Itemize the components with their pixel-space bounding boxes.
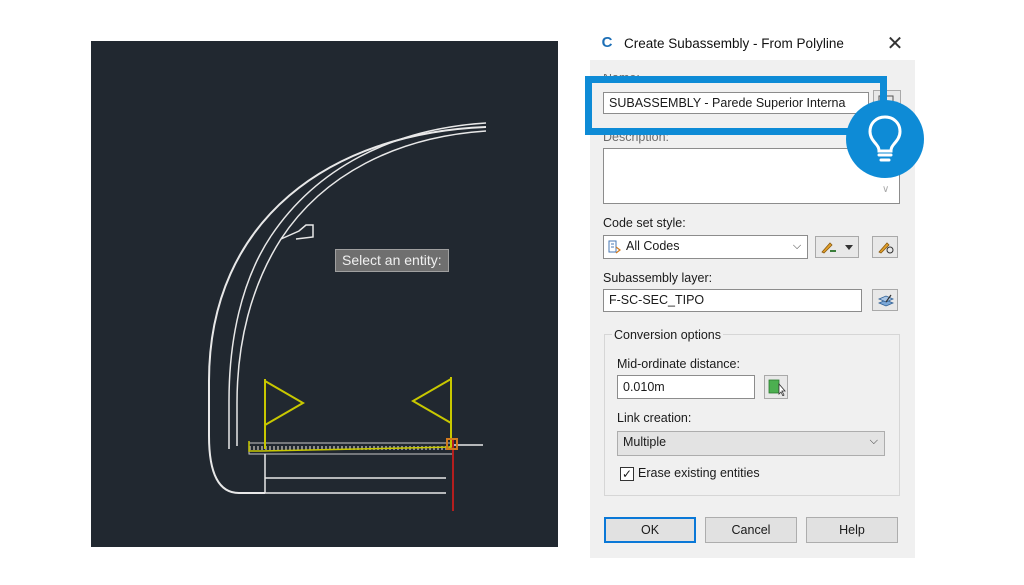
pick-distance-button[interactable] [764,375,788,399]
edit-code-set-button[interactable] [815,236,859,258]
midordinate-label: Mid-ordinate distance: [617,357,740,371]
dialog-titlebar[interactable]: C Create Subassembly - From Polyline ✕ [590,28,915,60]
layer-select-button[interactable] [872,289,898,311]
name-field-highlight [585,76,887,135]
layer-stack-icon [877,294,895,307]
cad-viewport[interactable]: Select an entity: [91,41,558,547]
link-creation-select[interactable]: Multiple ⌵ [617,431,885,456]
code-set-style-label: Code set style: [603,216,686,230]
dialog-title: Create Subassembly - From Polyline [624,36,844,51]
app-c-icon: C [601,34,613,51]
tunnel-inner-wall-line-1 [270,122,487,237]
midordinate-input[interactable]: 0.010m [617,375,755,399]
scroll-down-icon[interactable]: ∨ [882,184,889,195]
code-set-style-icon [608,240,621,254]
chevron-down-icon: ⌵ [869,435,878,447]
cancel-button[interactable]: Cancel [705,517,797,543]
code-set-style-select[interactable]: All Codes ⌵ [603,235,808,259]
pick-style-icon [878,242,894,254]
code-set-style-value: All Codes [626,239,680,253]
erase-entities-label: Erase existing entities [638,466,760,480]
pick-distance-icon [768,379,786,396]
link-creation-label: Link creation: [617,411,692,425]
command-prompt-tooltip: Select an entity: [335,249,449,272]
link-creation-value: Multiple [623,435,667,449]
edit-style-icon [821,242,853,254]
tip-badge [846,100,924,178]
subassembly-layer-field[interactable]: F-SC-SEC_TIPO [603,289,862,312]
chevron-down-icon: ⌵ [792,240,802,252]
conversion-options-label: Conversion options [612,328,724,342]
erase-entities-checkbox[interactable]: ✓ [620,467,634,481]
help-button[interactable]: Help [806,517,898,543]
ok-button[interactable]: OK [604,517,696,543]
pick-code-set-button[interactable] [872,236,898,258]
tunnel-inner-wall-line-2 [280,130,487,240]
left-flag [264,379,305,427]
tunnel-outer-wall [208,126,487,494]
description-label: Description: [603,134,669,144]
close-icon[interactable]: ✕ [882,31,908,57]
cad-drawing[interactable] [91,41,558,547]
subassembly-layer-label: Subassembly layer: [603,271,713,285]
right-flag [411,377,452,425]
tunnel-inner-wall-line-4 [236,238,282,446]
lightbulb-icon [868,115,902,162]
